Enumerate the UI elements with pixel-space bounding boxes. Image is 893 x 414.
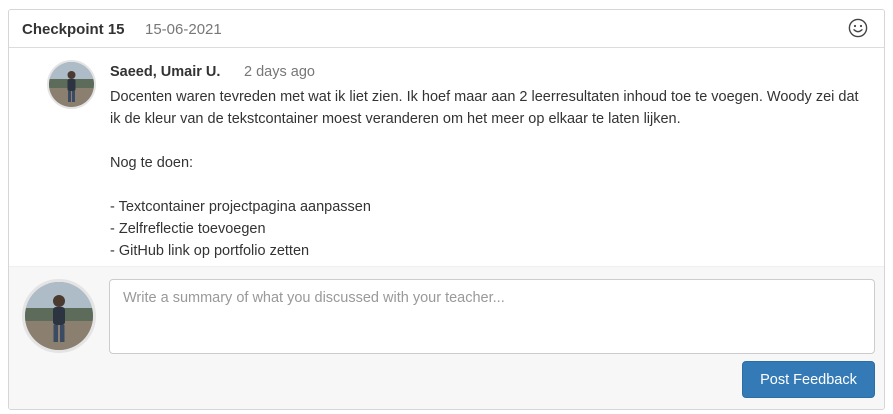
post-feedback-button[interactable]: Post Feedback — [742, 361, 875, 398]
comment-timestamp: 2 days ago — [244, 64, 315, 80]
panel-header: Checkpoint 15 15-06-2021 — [9, 10, 884, 48]
comment-paragraph: ​ — [110, 174, 870, 196]
feedback-summary-input[interactable] — [109, 279, 875, 354]
checkpoint-date: 15-06-2021 — [145, 21, 222, 38]
comment-author: Saeed, Umair U. — [110, 64, 221, 80]
smiley-icon[interactable] — [848, 18, 868, 38]
comment-paragraph: ​ — [110, 130, 870, 152]
comment-paragraph: Docenten waren tevreden met wat ik liet … — [110, 89, 863, 127]
comment-todo-item: - Zelfreflectie toevoegen — [110, 221, 266, 237]
comment-todo-item: - Textcontainer projectpagina aanpassen — [110, 199, 371, 215]
comment: Saeed, Umair U. 2 days ago Docenten ware… — [9, 48, 884, 266]
current-user-avatar — [22, 279, 96, 353]
reply-area: Post Feedback — [9, 266, 884, 409]
checkpoint-panel: Checkpoint 15 15-06-2021 Saeed, Umair U.… — [8, 9, 885, 410]
comment-paragraph: Nog te doen: — [110, 155, 194, 171]
checkpoint-title: Checkpoint 15 — [22, 21, 125, 38]
comment-text: Docenten waren tevreden met wat ik liet … — [110, 86, 870, 262]
comment-todo-item: - GitHub link op portfolio zetten — [110, 243, 310, 259]
comment-author-avatar — [47, 60, 96, 109]
